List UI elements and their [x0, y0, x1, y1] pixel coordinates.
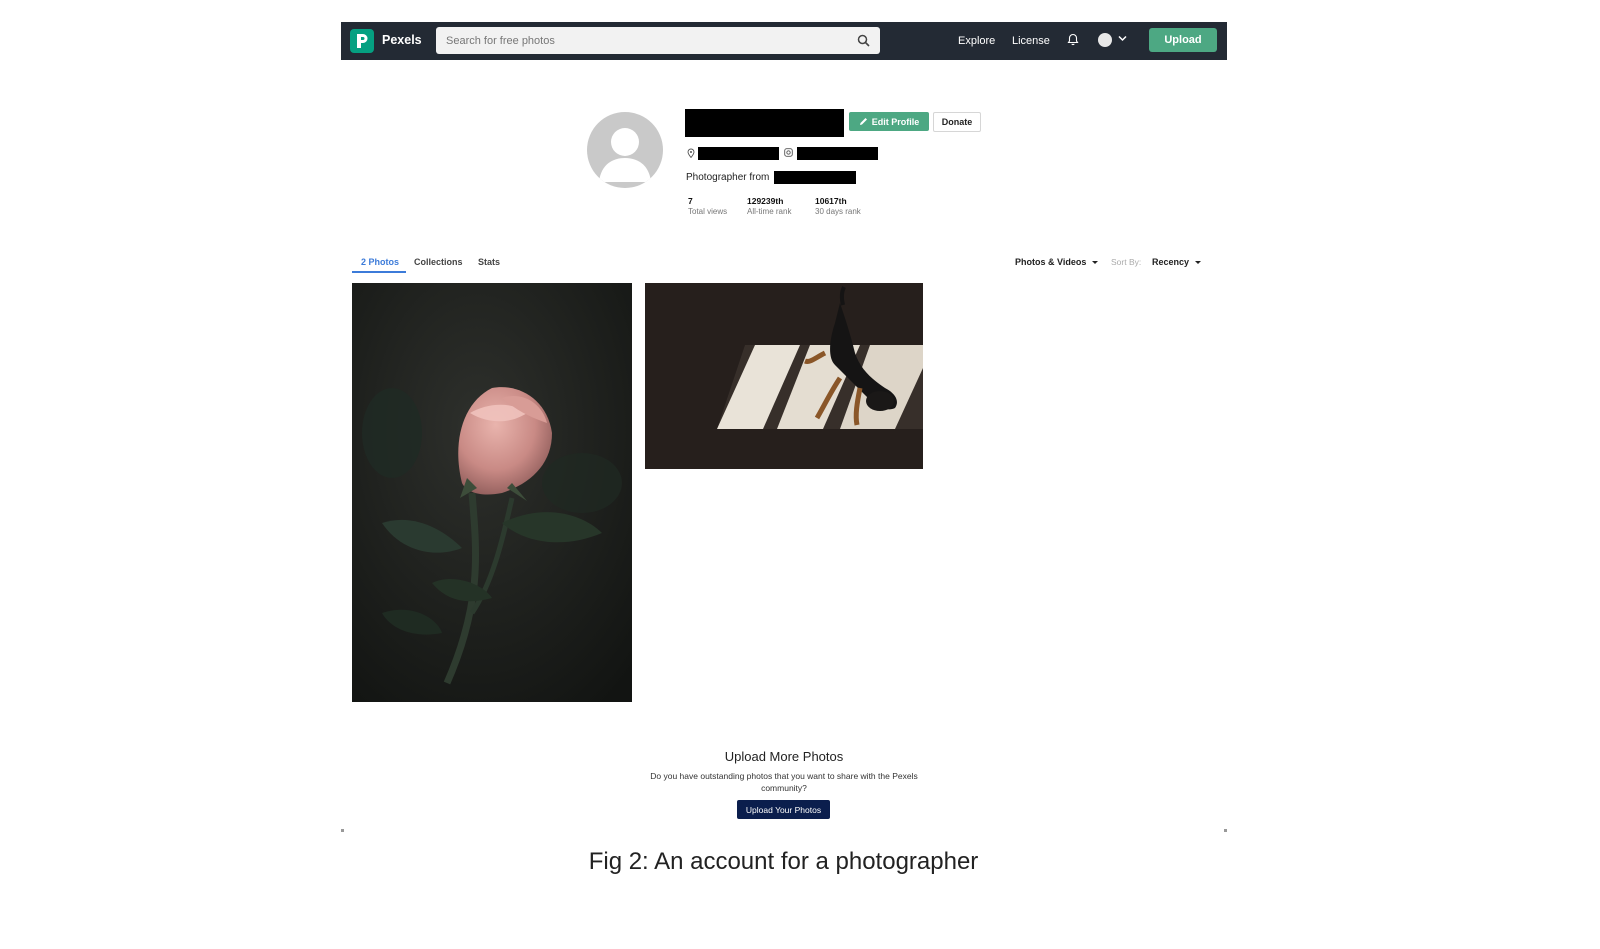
sort-by-label: Sort By: [1111, 257, 1142, 267]
rose-photo-image [352, 283, 632, 702]
browser-frame: Pexels Explore License Upload [341, 22, 1227, 832]
instagram-icon[interactable] [784, 148, 793, 157]
stat-value: 10617th [815, 196, 847, 206]
top-navbar: Pexels Explore License Upload [341, 22, 1227, 60]
stat-value: 129239th [747, 196, 784, 206]
stat-value: 7 [688, 196, 693, 206]
stat-total-views: 7 Total views [688, 196, 727, 216]
tab-stats[interactable]: Stats [478, 257, 500, 267]
pexels-logo-icon[interactable] [350, 29, 374, 53]
chevron-down-icon[interactable] [1118, 35, 1127, 42]
stat-label: All-time rank [747, 207, 792, 216]
upload-more-description: Do you have outstanding photos that you … [650, 771, 918, 793]
caret-down-icon [1092, 261, 1099, 265]
stat-30-days-rank: 10617th 30 days rank [815, 196, 861, 216]
profile-bio: Photographer from [686, 172, 769, 183]
edit-profile-button[interactable]: Edit Profile [849, 112, 929, 131]
upload-button[interactable]: Upload [1149, 28, 1217, 52]
stat-label: 30 days rank [815, 207, 861, 216]
upload-more-title: Upload More Photos [724, 749, 844, 764]
figure-caption: Fig 2: An account for a photographer [588, 848, 979, 875]
location-pin-icon [687, 148, 695, 158]
donate-button[interactable]: Donate [933, 112, 981, 132]
redacted-bio-location [774, 171, 856, 184]
frame-corner-mark [1224, 829, 1227, 832]
profile-avatar [587, 112, 663, 188]
default-user-icon [599, 128, 651, 182]
user-avatar[interactable] [1098, 33, 1112, 47]
brand-name[interactable]: Pexels [382, 33, 422, 47]
edit-profile-label: Edit Profile [871, 116, 920, 127]
search-input[interactable] [436, 27, 846, 54]
stat-all-time-rank: 129239th All-time rank [747, 196, 791, 216]
pencil-icon [859, 118, 867, 125]
nav-link-explore[interactable]: Explore [958, 35, 995, 47]
tab-collections[interactable]: Collections [414, 257, 463, 267]
upload-your-photos-button[interactable]: Upload Your Photos [737, 800, 830, 819]
dog-photo-image [645, 283, 923, 469]
nav-link-license[interactable]: License [1012, 35, 1050, 47]
redacted-social-handle [797, 147, 878, 160]
photo-rose[interactable] [352, 283, 632, 702]
redacted-location [698, 147, 779, 160]
stat-label: Total views [688, 207, 728, 216]
photo-dog[interactable] [645, 283, 923, 469]
redacted-username [685, 109, 844, 137]
notification-bell-icon[interactable] [1067, 33, 1079, 46]
search-icon[interactable] [857, 34, 870, 47]
tab-photos[interactable]: 2 Photos [361, 257, 399, 267]
frame-corner-mark [341, 829, 344, 832]
search-bar [436, 27, 880, 54]
caret-down-icon [1195, 261, 1202, 265]
media-type-value: Photos & Videos [1015, 257, 1087, 267]
active-tab-indicator [352, 271, 406, 273]
sort-by-dropdown[interactable]: Recency [1152, 257, 1202, 267]
bio-prefix: Photographer from [686, 172, 770, 183]
media-type-dropdown[interactable]: Photos & Videos [1015, 257, 1099, 267]
sort-by-value: Recency [1152, 257, 1190, 267]
